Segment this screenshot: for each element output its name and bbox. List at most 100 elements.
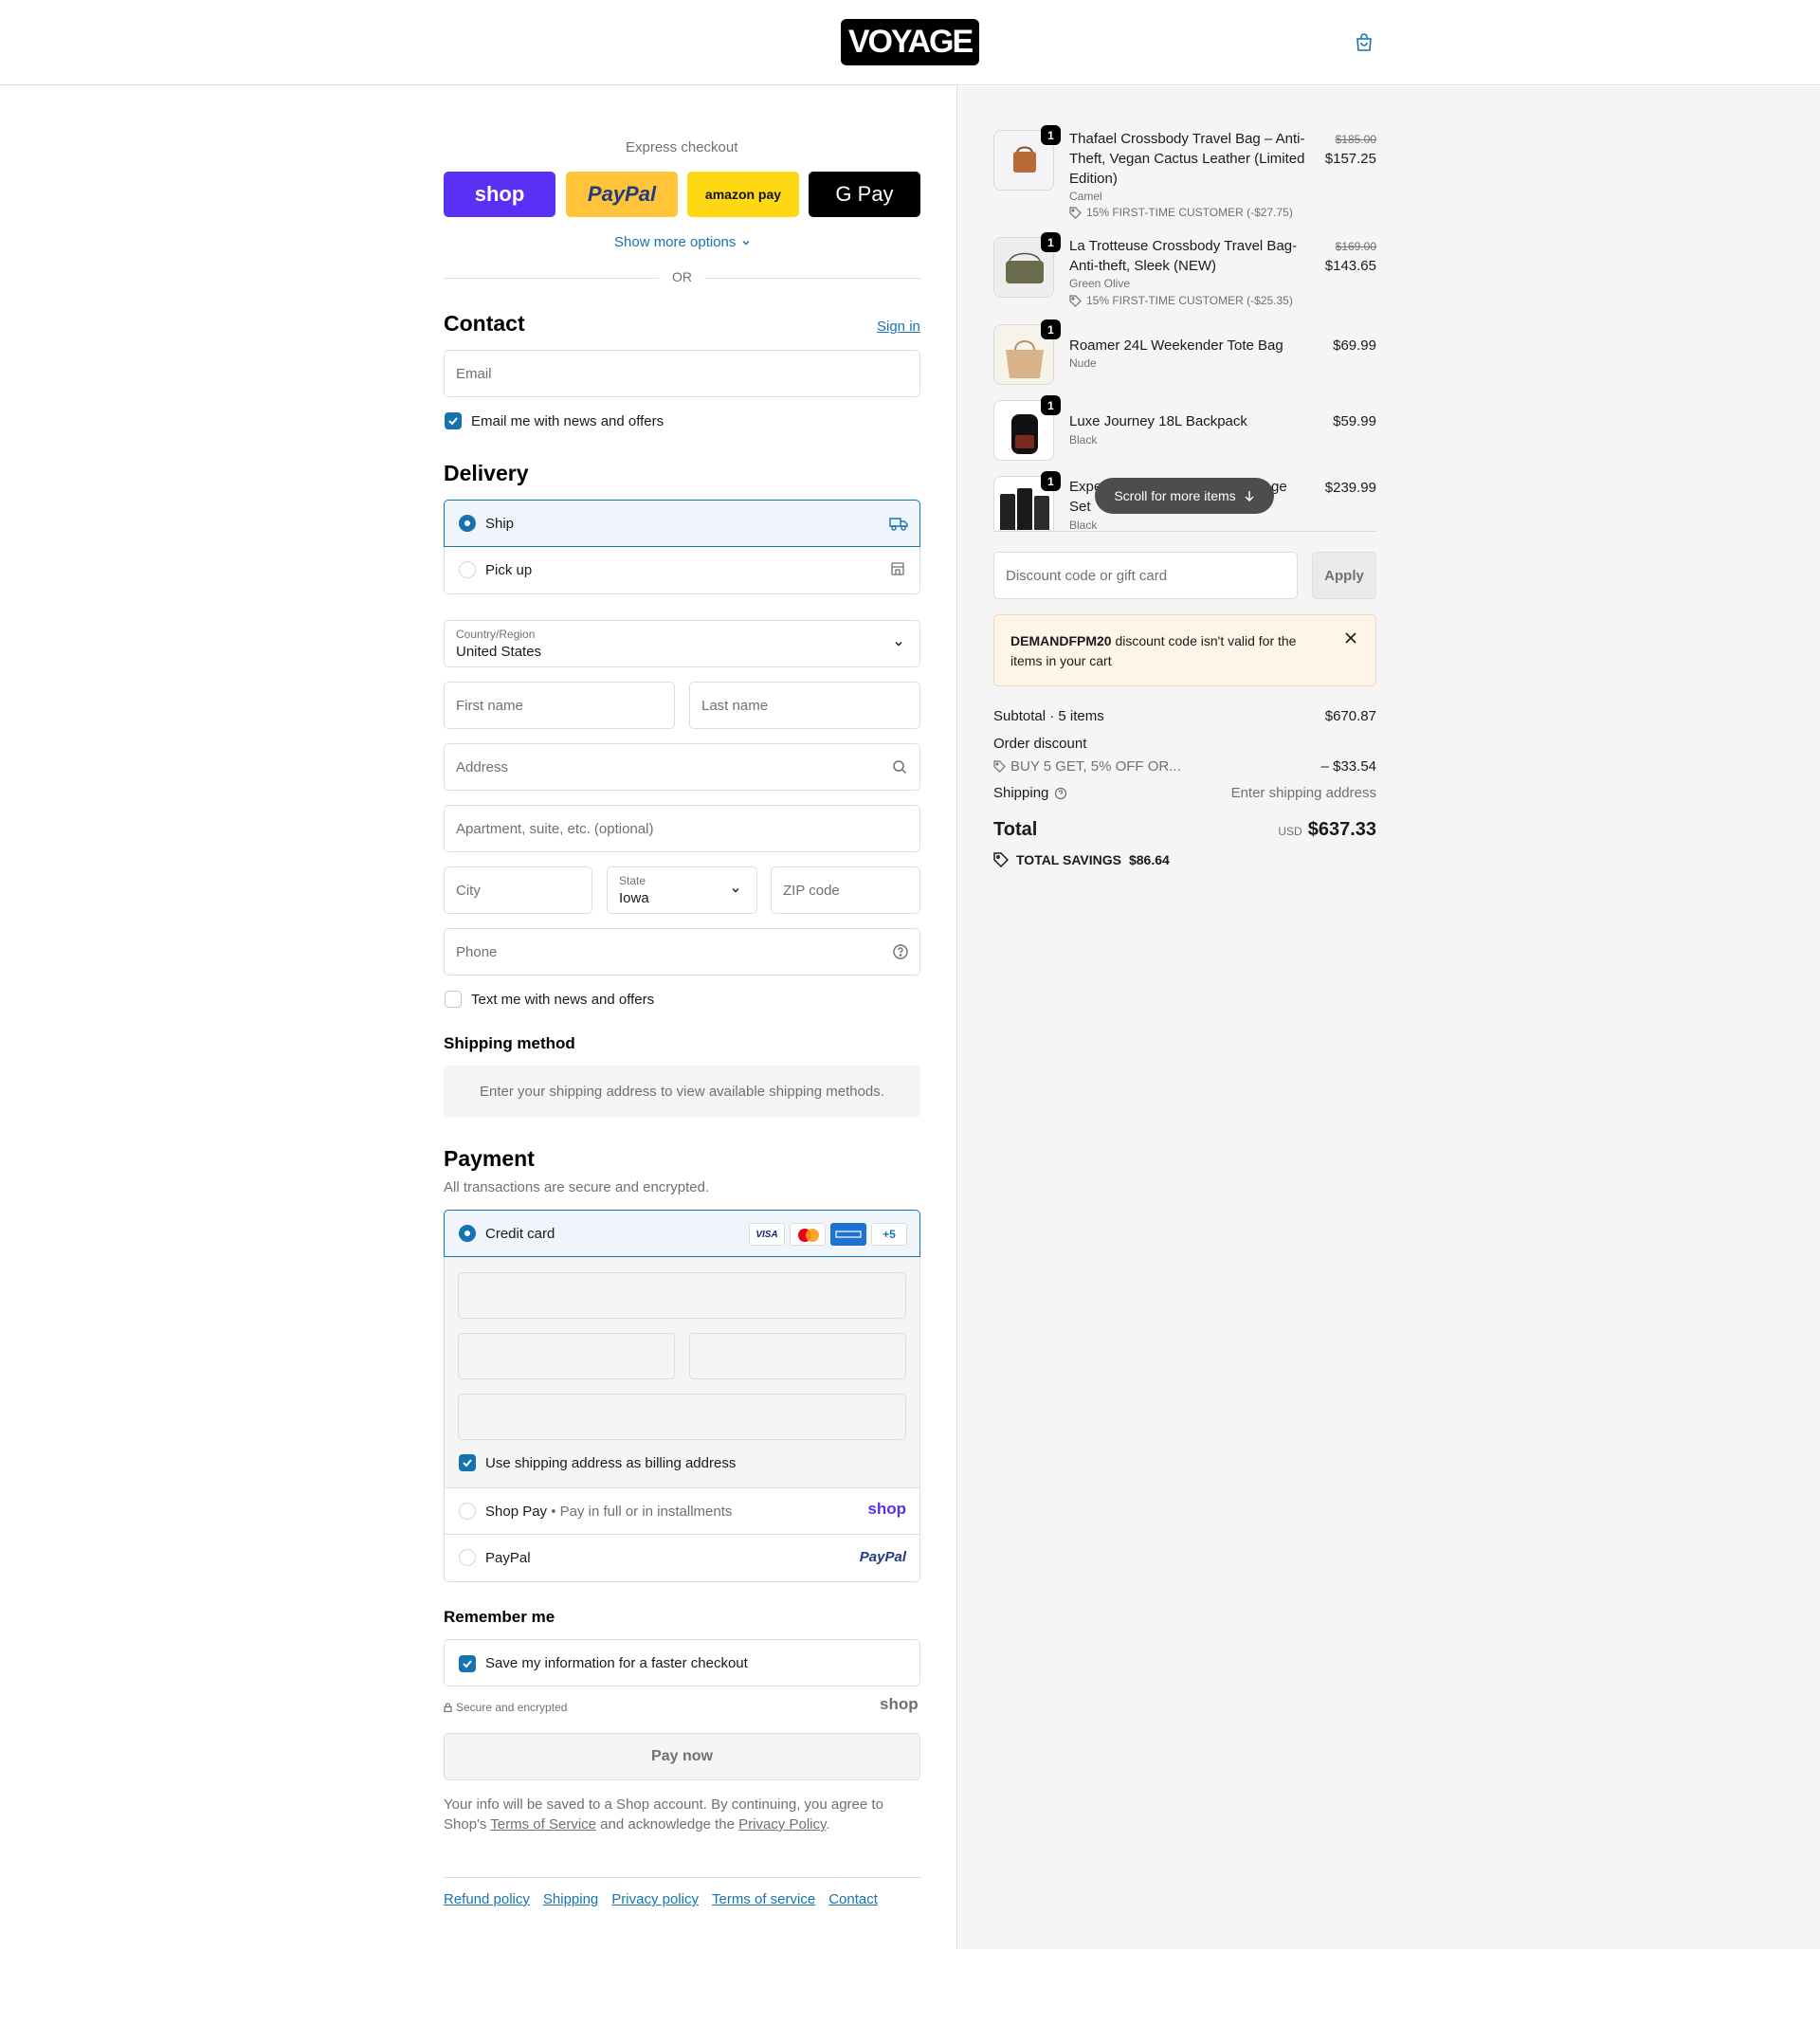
discount-error-banner: DEMANDFPM20 discount code isn't valid fo… bbox=[993, 614, 1376, 686]
item-original-price: $185.00 bbox=[1335, 133, 1376, 146]
discount-code-field[interactable]: Discount code or gift card bbox=[993, 552, 1298, 599]
shopping-bag-icon[interactable] bbox=[1353, 31, 1375, 54]
store-icon bbox=[891, 562, 904, 575]
subtotal-row: Subtotal · 5 items $670.87 bbox=[993, 708, 1376, 724]
lock-icon bbox=[444, 1703, 452, 1712]
item-variant: Green Olive bbox=[1069, 277, 1131, 290]
paypal-logo: PayPal bbox=[859, 1549, 906, 1565]
terms-of-service-link[interactable]: Terms of Service bbox=[490, 1816, 596, 1833]
voyage-logo[interactable]: VOYAGE bbox=[841, 19, 979, 65]
privacy-policy-footer-link[interactable]: Privacy policy bbox=[611, 1891, 699, 1907]
card-details-panel: Use shipping address as billing address bbox=[444, 1257, 920, 1487]
contact-heading: Contact bbox=[444, 311, 525, 336]
shipping-policy-link[interactable]: Shipping bbox=[543, 1891, 598, 1907]
items-divider bbox=[993, 531, 1376, 532]
remember-me-heading: Remember me bbox=[444, 1608, 555, 1626]
scroll-more-items-button[interactable]: Scroll for more items bbox=[1095, 478, 1274, 514]
pickup-option[interactable]: Pick up bbox=[444, 547, 920, 594]
email-opt-in-checkbox[interactable] bbox=[445, 412, 462, 429]
contact-link[interactable]: Contact bbox=[828, 1891, 878, 1907]
item-price: $69.99 bbox=[1333, 337, 1376, 354]
item-original-price: $169.00 bbox=[1335, 240, 1376, 253]
save-info-checkbox[interactable] bbox=[459, 1655, 476, 1672]
ship-label: Ship bbox=[485, 516, 515, 532]
amazon-pay-express-button[interactable]: amazon pay bbox=[687, 172, 799, 217]
item-price: $143.65 bbox=[1324, 258, 1376, 274]
item-name: La Trotteuse Crossbody Travel Bag- Anti-t… bbox=[1069, 238, 1298, 274]
delivery-heading: Delivery bbox=[444, 461, 529, 485]
item-price: $157.25 bbox=[1324, 151, 1376, 167]
express-checkout-title: Express checkout bbox=[626, 139, 738, 155]
discount-error-text: DEMANDFPM20 discount code isn't valid fo… bbox=[1010, 633, 1297, 668]
shop-logo: shop bbox=[867, 1500, 906, 1518]
first-name-field[interactable]: First name bbox=[444, 682, 675, 729]
chevron-down-icon bbox=[732, 888, 739, 893]
check-icon bbox=[463, 1660, 472, 1668]
apply-discount-button[interactable]: Apply bbox=[1312, 552, 1376, 599]
quantity-badge: 1 bbox=[1041, 471, 1061, 491]
address-field[interactable]: Address bbox=[444, 743, 920, 791]
save-info-label: Save my information for a faster checkou… bbox=[485, 1655, 748, 1671]
show-more-options-link[interactable]: Show more options bbox=[614, 234, 751, 250]
text-opt-in-checkbox[interactable] bbox=[445, 991, 462, 1008]
tag-icon bbox=[1069, 206, 1082, 219]
chevron-down-icon bbox=[895, 642, 902, 647]
card-expiry-field[interactable] bbox=[458, 1333, 675, 1379]
item-discount: 15% FIRST-TIME CUSTOMER (-$25.35) bbox=[1069, 294, 1293, 307]
credit-card-option[interactable]: Credit card VISA +5 bbox=[444, 1210, 920, 1257]
ship-radio[interactable] bbox=[459, 515, 476, 532]
save-info-option[interactable]: Save my information for a faster checkou… bbox=[444, 1639, 920, 1687]
apartment-field[interactable]: Apartment, suite, etc. (optional) bbox=[444, 805, 920, 852]
email-field[interactable]: Email bbox=[444, 350, 920, 397]
item-name: Roamer 24L Weekender Tote Bag bbox=[1069, 337, 1283, 354]
google-pay-express-button[interactable]: G Pay bbox=[809, 172, 920, 217]
search-icon bbox=[893, 760, 907, 775]
total-row: Total USD $637.33 bbox=[993, 819, 1376, 840]
item-discount: 15% FIRST-TIME CUSTOMER (-$27.75) bbox=[1069, 206, 1293, 219]
more-cards-badge: +5 bbox=[871, 1223, 907, 1246]
ship-option[interactable]: Ship bbox=[444, 500, 920, 547]
cardholder-name-field[interactable] bbox=[458, 1394, 906, 1440]
sign-in-link[interactable]: Sign in bbox=[877, 319, 920, 335]
phone-field[interactable]: Phone bbox=[444, 928, 920, 976]
privacy-policy-link[interactable]: Privacy Policy bbox=[738, 1816, 826, 1833]
billing-same-checkbox[interactable] bbox=[459, 1454, 476, 1471]
check-icon bbox=[463, 1459, 472, 1468]
truck-icon bbox=[889, 518, 908, 531]
help-circle-icon[interactable] bbox=[892, 943, 909, 960]
tag-icon bbox=[993, 760, 1006, 773]
terms-of-service-footer-link[interactable]: Terms of service bbox=[712, 1891, 815, 1907]
refund-policy-link[interactable]: Refund policy bbox=[444, 1891, 530, 1907]
credit-card-radio[interactable] bbox=[459, 1225, 476, 1242]
pay-now-button[interactable]: Pay now bbox=[444, 1733, 920, 1780]
city-field[interactable]: City bbox=[444, 866, 592, 914]
help-circle-icon[interactable] bbox=[1054, 787, 1067, 800]
card-cvv-field[interactable] bbox=[689, 1333, 906, 1379]
header: VOYAGE bbox=[0, 0, 1820, 85]
shipping-method-heading: Shipping method bbox=[444, 1034, 575, 1052]
payment-heading: Payment bbox=[444, 1146, 535, 1171]
quantity-badge: 1 bbox=[1041, 125, 1061, 145]
shop-pay-label: Shop Pay • Pay in full or in installment… bbox=[485, 1504, 733, 1520]
arrow-down-icon bbox=[1245, 491, 1254, 501]
shop-pay-option[interactable]: Shop Pay • Pay in full or in installment… bbox=[444, 1487, 920, 1535]
shop-pay-express-button[interactable]: shop bbox=[444, 172, 555, 217]
last-name-field[interactable]: Last name bbox=[689, 682, 920, 729]
pickup-radio[interactable] bbox=[459, 561, 476, 578]
quantity-badge: 1 bbox=[1041, 319, 1061, 339]
state-select[interactable]: State Iowa bbox=[607, 866, 757, 914]
close-icon[interactable] bbox=[1345, 632, 1356, 644]
card-number-field[interactable] bbox=[458, 1272, 906, 1319]
paypal-radio[interactable] bbox=[459, 1549, 476, 1566]
paypal-option[interactable]: PayPal PayPal bbox=[444, 1535, 920, 1582]
order-discount-label: Order discount bbox=[993, 736, 1087, 752]
total-savings: TOTAL SAVINGS $86.64 bbox=[993, 852, 1170, 867]
amex-icon bbox=[830, 1223, 866, 1246]
item-variant: Nude bbox=[1069, 356, 1097, 370]
paypal-express-button[interactable]: PayPal bbox=[566, 172, 678, 217]
text-opt-in-label: Text me with news and offers bbox=[471, 992, 655, 1008]
shop-pay-radio[interactable] bbox=[459, 1503, 476, 1520]
zip-field[interactable]: ZIP code bbox=[771, 866, 920, 914]
country-select[interactable]: Country/Region United States bbox=[444, 620, 920, 667]
order-discount-row: BUY 5 GET, 5% OFF OR... – $33.54 bbox=[993, 758, 1376, 775]
